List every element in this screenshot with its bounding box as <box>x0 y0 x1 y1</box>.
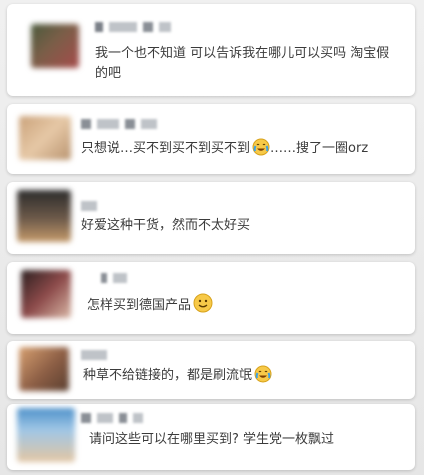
username[interactable] <box>81 118 157 130</box>
avatar[interactable] <box>17 408 75 462</box>
avatar[interactable] <box>17 190 71 242</box>
username[interactable] <box>81 412 143 424</box>
comment-card: 好爱这种干货，然而不太好买 <box>7 182 415 254</box>
comment-card: 只想说…买不到买不到买不到 ……搜了一圈orz <box>7 104 415 174</box>
comment-text: 我一个也不知道 可以告诉我在哪儿可以买吗 淘宝假的吧 <box>95 46 390 81</box>
smile-icon <box>193 293 213 313</box>
comment-feed: 我一个也不知道 可以告诉我在哪儿可以买吗 淘宝假的吧 只想说…买不到买不到买不到… <box>0 0 424 475</box>
avatar[interactable] <box>31 24 79 68</box>
avatar[interactable] <box>21 270 71 318</box>
comment-card: 种草不给链接的，都是刷流氓 <box>7 341 415 399</box>
comment-text: 怎样买到德国产品 <box>87 293 213 316</box>
crying-laughing-icon <box>254 365 272 383</box>
comment-text-part: 怎样买到德国产品 <box>87 298 192 313</box>
crying-laughing-icon <box>252 138 270 156</box>
username[interactable] <box>81 349 107 361</box>
comment-text-part: 种草不给链接的，都是刷流氓 <box>83 368 253 383</box>
comment-text: 种草不给链接的，都是刷流氓 <box>83 365 272 386</box>
comment-text-part: 只想说…买不到买不到买不到 <box>81 141 251 156</box>
avatar[interactable] <box>19 347 69 391</box>
username[interactable] <box>101 272 127 284</box>
comment-text: 只想说…买不到买不到买不到 ……搜了一圈orz <box>81 138 368 159</box>
username[interactable] <box>81 200 97 212</box>
comment-card: 我一个也不知道 可以告诉我在哪儿可以买吗 淘宝假的吧 <box>7 4 415 96</box>
comment-text: 请问这些可以在哪里买到? 学生党一枚飘过 <box>89 432 335 447</box>
comment-text-part: ……搜了一圈orz <box>270 141 369 156</box>
comment-card: 怎样买到德国产品 <box>7 262 415 334</box>
comment-card: 请问这些可以在哪里买到? 学生党一枚飘过 <box>7 404 415 470</box>
username[interactable] <box>95 21 171 33</box>
comment-text: 好爱这种干货，然而不太好买 <box>81 218 251 233</box>
avatar[interactable] <box>19 116 71 160</box>
